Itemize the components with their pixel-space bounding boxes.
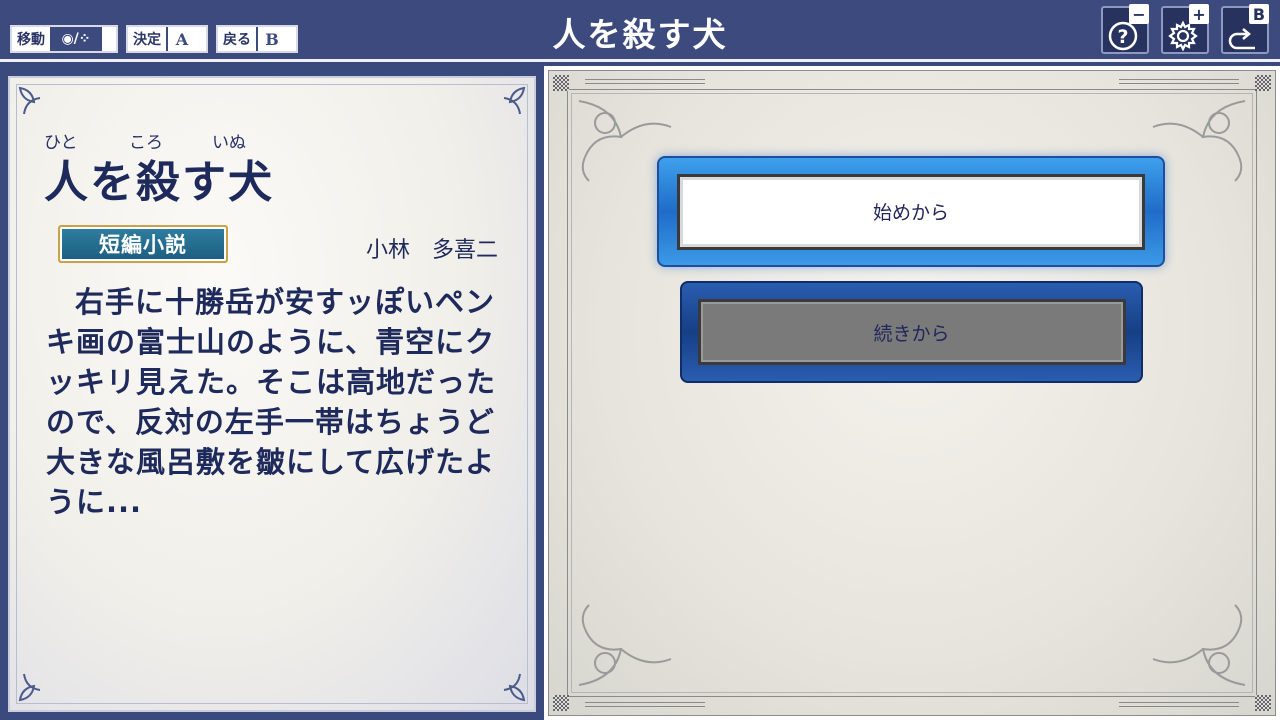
help-button-key: − <box>1129 4 1149 24</box>
checker-corner <box>553 695 569 711</box>
panel-rule <box>1119 706 1239 707</box>
panel-rule <box>585 702 705 703</box>
panel-rule <box>1119 702 1239 703</box>
corner-ornament-icon <box>18 86 41 115</box>
continue-button[interactable]: 続きから <box>680 281 1143 383</box>
screen-title: 人を殺す犬 <box>552 15 728 54</box>
author-name: 小林 多喜二 <box>366 238 499 263</box>
checker-corner <box>553 75 569 91</box>
panel-rule <box>585 79 705 80</box>
book-title: 人を殺す犬 <box>44 157 274 208</box>
corner-ornament-icon <box>503 673 526 702</box>
panel-rule <box>1119 79 1239 80</box>
panel-rule <box>1119 83 1239 84</box>
genre-badge: 短編小説 <box>58 225 228 263</box>
checker-corner <box>1255 75 1271 91</box>
panel-rule <box>585 706 705 707</box>
panel-rule <box>585 83 705 84</box>
checker-corner <box>1255 695 1271 711</box>
continue-button-label: 続きから <box>697 299 1126 365</box>
corner-ornament-icon <box>503 86 526 115</box>
start-button[interactable]: 始めから <box>657 156 1165 267</box>
start-button-label: 始めから <box>677 173 1145 250</box>
flourish-ornament-icon <box>578 604 672 686</box>
corner-ornament-icon <box>18 673 41 702</box>
settings-button-key: + <box>1189 4 1209 24</box>
return-button[interactable]: B <box>1221 4 1269 54</box>
book-excerpt: 右手に十勝岳が安すッぽいペンキ画の富士山のように、青空にクッキリ見えた。そこは高… <box>46 285 497 519</box>
settings-button[interactable]: + <box>1161 4 1209 54</box>
top-bar: 移動 ◉/⁘ 決定 A 戻る B 人を殺す犬 ? − + B <box>0 0 1280 62</box>
svg-text:?: ? <box>1117 26 1128 48</box>
flourish-ornament-icon <box>1152 604 1246 686</box>
help-button[interactable]: ? − <box>1101 4 1149 54</box>
return-button-key: B <box>1249 4 1269 24</box>
